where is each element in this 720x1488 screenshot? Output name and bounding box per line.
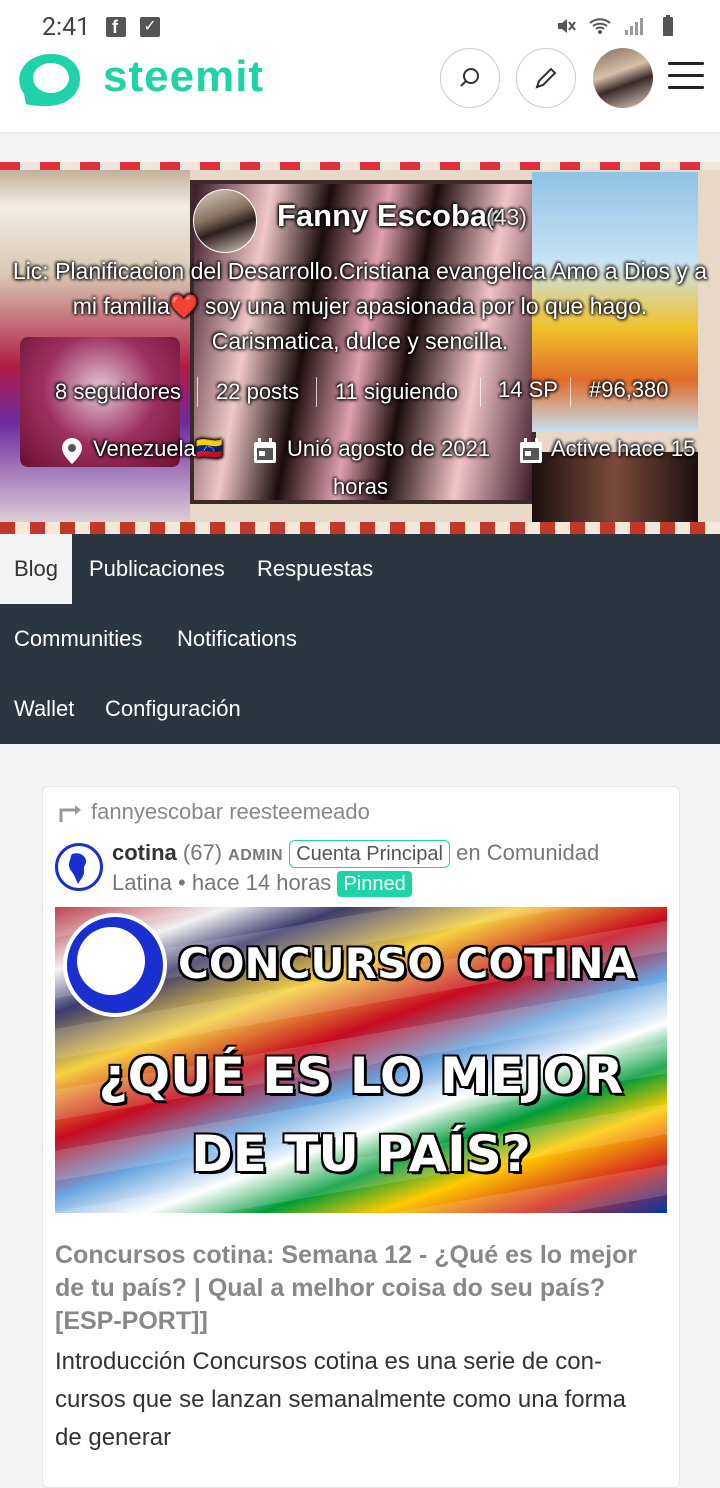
calendar-icon <box>254 438 276 463</box>
facebook-notification-icon: f <box>106 17 126 37</box>
check-notification-icon: ✓ <box>140 17 160 37</box>
profile-reputation: (43) <box>486 204 527 230</box>
post-meta: cotina (67) ADMIN Cuenta Principal en Co… <box>112 839 672 897</box>
role-label: ADMIN <box>228 847 284 864</box>
profile-avatar <box>193 189 257 253</box>
tab-configuracion[interactable]: Configuración <box>91 674 255 744</box>
latin-america-logo-icon <box>68 853 87 884</box>
post-excerpt[interactable]: Introducción Concursos cotina es una ser… <box>55 1343 655 1457</box>
profile-active-line2: horas <box>333 474 389 499</box>
profile-tabs: Blog Publicaciones Respuestas Communitie… <box>0 534 720 744</box>
rank: #96,380 <box>589 377 669 402</box>
pinned-badge: Pinned <box>337 871 412 897</box>
profile-name: Fanny Escobar <box>277 198 500 233</box>
resteem-line: fannyescobar reesteemeado <box>59 799 370 825</box>
post-author[interactable]: cotina <box>112 840 177 865</box>
search-button[interactable] <box>440 48 500 108</box>
profile-cover: Fanny Escobar (43) Lic: Planificacion de… <box>0 162 720 534</box>
steem-power: 14 SP <box>498 377 558 402</box>
battery-icon <box>663 15 673 36</box>
tab-wallet[interactable]: Wallet <box>0 674 88 744</box>
tab-publicaciones[interactable]: Publicaciones <box>75 534 239 604</box>
post-title[interactable]: Concursos cotina: Semana 12 - ¿Qué es lo… <box>55 1239 655 1338</box>
post-image[interactable]: CONCURSO COTINA ¿QUÉ ES LO MEJOR DE TU P… <box>55 907 667 1213</box>
mute-icon <box>558 19 576 33</box>
brand-name[interactable]: steemit <box>103 52 264 102</box>
author-avatar[interactable] <box>55 843 103 891</box>
location-pin-icon <box>62 438 82 464</box>
post-card: fannyescobar reesteemeado cotina (67) AD… <box>42 786 680 1488</box>
image-title-line2: ¿QUÉ ES LO MEJOR <box>98 1047 624 1105</box>
profile-location: Venezuela🇻🇪 <box>93 436 224 461</box>
posts-count: 22 posts <box>216 379 300 404</box>
community-line[interactable]: Latina • hace 14 horas <box>112 870 331 895</box>
signal-icon <box>625 18 643 35</box>
search-icon <box>460 68 479 87</box>
image-title-line1: CONCURSO COTINA <box>178 939 636 988</box>
user-avatar[interactable] <box>593 48 653 108</box>
role-title-badge: Cuenta Principal <box>289 840 450 868</box>
tab-blog[interactable]: Blog <box>0 534 73 604</box>
author-reputation: (67) <box>182 840 223 865</box>
hamburger-menu-icon[interactable] <box>668 62 704 98</box>
resteem-text[interactable]: fannyescobar reesteemeado <box>91 799 370 824</box>
write-post-button[interactable] <box>516 48 576 108</box>
profile-about: Lic: Planificacion del Desarrollo.Cristi… <box>12 258 708 354</box>
tab-notifications[interactable]: Notifications <box>163 604 311 674</box>
followers-count[interactable]: 8 seguidores <box>55 379 181 405</box>
site-header: steemit <box>0 48 720 132</box>
following-count[interactable]: 11 siguiendo <box>335 379 458 405</box>
community-prefix: en Comunidad <box>456 840 600 865</box>
resteem-icon <box>59 805 81 823</box>
pencil-icon <box>535 67 557 89</box>
tab-respuestas[interactable]: Respuestas <box>243 534 387 604</box>
image-title-line3: DE TU PAÍS? <box>191 1125 531 1183</box>
wifi-icon <box>589 18 611 34</box>
calendar-active-icon <box>520 438 542 463</box>
profile-stats: 8 seguidores 22 posts 11 siguiendo 14 SP… <box>0 375 720 415</box>
tab-communities[interactable]: Communities <box>0 604 156 674</box>
profile-joined: Unió agosto de 2021 <box>287 436 491 461</box>
profile-active: Active hace 15 <box>551 436 696 461</box>
status-bar: 2:41 f ✓ <box>0 0 720 54</box>
steemit-logo-icon[interactable] <box>18 54 82 110</box>
status-time: 2:41 <box>42 13 91 42</box>
